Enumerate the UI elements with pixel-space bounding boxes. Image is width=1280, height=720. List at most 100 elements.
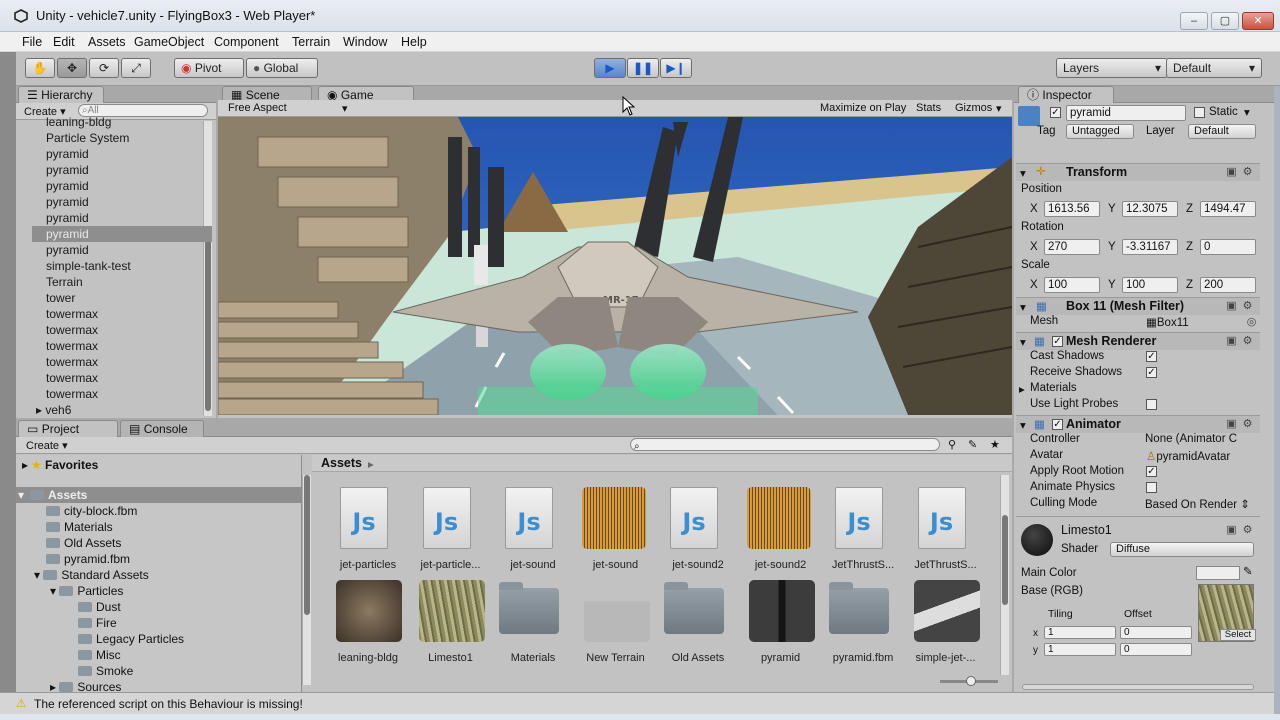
menu-window[interactable]: Window	[343, 35, 387, 49]
asset-item[interactable]: Js jet-particle...	[411, 487, 491, 573]
hierarchy-item[interactable]: towermax	[46, 386, 98, 402]
foldout-icon[interactable]: ▾	[1020, 300, 1026, 314]
asset-item[interactable]: Js jet-sound2	[658, 487, 738, 573]
gear-icon[interactable]: ⚙	[1242, 525, 1253, 536]
help-icon[interactable]: ▣	[1226, 336, 1237, 347]
shader-dropdown[interactable]: Diffuse	[1110, 542, 1254, 557]
hierarchy-scrollbar[interactable]	[203, 121, 212, 416]
position-x-field[interactable]: 1613.56	[1044, 201, 1100, 217]
project-tree-item[interactable]: Legacy Particles	[78, 631, 184, 647]
gear-icon[interactable]: ⚙	[1242, 301, 1253, 312]
help-icon[interactable]: ▣	[1226, 419, 1237, 430]
hierarchy-item[interactable]: towermax	[46, 306, 98, 322]
layers-dropdown[interactable]: Layers ▾	[1056, 58, 1168, 78]
texture-select-button[interactable]: Select	[1220, 629, 1256, 641]
help-icon[interactable]: ▣	[1226, 301, 1237, 312]
hierarchy-item[interactable]: pyramid	[46, 178, 89, 194]
tab-console[interactable]: ▤ Console	[120, 420, 204, 437]
main-color-swatch[interactable]	[1196, 566, 1240, 580]
static-checkbox[interactable]	[1194, 107, 1205, 118]
offset-y-field[interactable]: 0	[1120, 643, 1192, 656]
rotation-y-field[interactable]: -3.31167	[1122, 239, 1178, 255]
hierarchy-item[interactable]: pyramid	[46, 210, 89, 226]
pause-button[interactable]: ❚❚	[627, 58, 659, 78]
asset-item[interactable]: Limesto1	[411, 580, 491, 666]
position-z-field[interactable]: 1494.47	[1200, 201, 1256, 217]
menu-component[interactable]: Component	[214, 35, 279, 49]
project-tree-item[interactable]: ▾ Particles	[50, 583, 123, 599]
foldout-icon[interactable]: ▾	[50, 584, 59, 598]
asset-item[interactable]: New Terrain	[576, 580, 656, 666]
foldout-icon[interactable]: ▾	[18, 487, 24, 503]
hierarchy-item[interactable]: pyramid	[46, 242, 89, 258]
maximize-on-play-toggle[interactable]: Maximize on Play	[820, 102, 906, 114]
help-icon[interactable]: ▣	[1226, 525, 1237, 536]
menu-help[interactable]: Help	[401, 35, 427, 49]
hierarchy-item[interactable]: Terrain	[46, 274, 83, 290]
slider-handle[interactable]	[966, 676, 976, 686]
minimize-button[interactable]: –	[1180, 12, 1208, 30]
project-tree-item[interactable]: pyramid.fbm	[46, 551, 130, 567]
hierarchy-item[interactable]: towermax	[46, 322, 98, 338]
foldout-icon[interactable]: ▸	[1019, 382, 1025, 396]
tab-hierarchy[interactable]: ☰ Hierarchy	[18, 86, 104, 103]
hierarchy-item[interactable]: tower	[46, 290, 75, 306]
foldout-icon[interactable]: ▸	[22, 457, 28, 473]
asset-item[interactable]: Js JetThrustS...	[823, 487, 903, 573]
close-button[interactable]: ✕	[1242, 12, 1274, 30]
light-probes-checkbox[interactable]	[1146, 399, 1157, 410]
gear-icon[interactable]: ⚙	[1242, 167, 1253, 178]
active-checkbox[interactable]: ✓	[1050, 107, 1061, 118]
gear-icon[interactable]: ⚙	[1242, 336, 1253, 347]
layout-dropdown[interactable]: Default ▾	[1166, 58, 1262, 78]
maximize-button[interactable]: ▢	[1211, 12, 1239, 30]
rotation-z-field[interactable]: 0	[1200, 239, 1256, 255]
hierarchy-item[interactable]: pyramid	[46, 146, 89, 162]
tab-project[interactable]: ▭ Project	[18, 420, 118, 437]
asset-item[interactable]: jet-sound2	[741, 487, 821, 573]
asset-item[interactable]: jet-sound	[576, 487, 656, 573]
hierarchy-item[interactable]: pyramid	[32, 226, 212, 242]
filter-label-icon[interactable]: ✎	[968, 438, 977, 451]
pivot-toggle[interactable]: ◉ Pivot	[174, 58, 244, 78]
offset-x-field[interactable]: 0	[1120, 626, 1192, 639]
gear-icon[interactable]: ⚙	[1242, 419, 1253, 430]
mesh-renderer-enabled-checkbox[interactable]: ✓	[1052, 336, 1063, 347]
scale-z-field[interactable]: 200	[1200, 277, 1256, 293]
asset-item[interactable]: Old Assets	[658, 580, 738, 666]
project-tree-item[interactable]: Materials	[46, 519, 113, 535]
global-toggle[interactable]: ● Global	[246, 58, 318, 78]
scrollbar-thumb[interactable]	[205, 231, 211, 411]
hierarchy-item[interactable]: towermax	[46, 370, 98, 386]
rotation-x-field[interactable]: 270	[1044, 239, 1100, 255]
project-tree-item[interactable]: Fire	[78, 615, 117, 631]
scale-tool-button[interactable]: ⤢	[121, 58, 151, 78]
scrollbar-thumb[interactable]	[304, 475, 310, 615]
menu-edit[interactable]: Edit	[53, 35, 75, 49]
hierarchy-item[interactable]: leaning-bldg	[46, 114, 111, 130]
hand-tool-button[interactable]: ✋	[25, 58, 55, 78]
transform-header[interactable]	[1016, 163, 1260, 181]
culling-mode-dropdown[interactable]: Based On Render ⇕	[1145, 497, 1250, 511]
project-tree-item[interactable]: Dust	[78, 599, 121, 615]
controller-field[interactable]: None (Animator C	[1145, 433, 1255, 445]
object-picker-icon[interactable]: ◎	[1246, 317, 1257, 328]
asset-item[interactable]: pyramid.fbm	[823, 580, 903, 666]
avatar-field[interactable]: ♙pyramidAvatar	[1146, 449, 1256, 463]
gameobject-name-field[interactable]: pyramid	[1066, 105, 1186, 121]
project-tree-item[interactable]: Smoke	[78, 663, 133, 679]
scale-y-field[interactable]: 100	[1122, 277, 1178, 293]
hierarchy-item[interactable]: pyramid	[46, 162, 89, 178]
asset-item[interactable]: simple-jet-...	[906, 580, 986, 666]
foldout-icon[interactable]: ▾	[34, 568, 43, 582]
foldout-icon[interactable]: ▸	[36, 403, 45, 417]
root-motion-checkbox[interactable]: ✓	[1146, 466, 1157, 477]
help-icon[interactable]: ▣	[1226, 167, 1237, 178]
dropdown-arrow-icon[interactable]: ▾	[1244, 105, 1250, 119]
asset-item[interactable]: Js JetThrustS...	[906, 487, 986, 573]
menu-file[interactable]: File	[22, 35, 42, 49]
project-tree-item[interactable]: Old Assets	[46, 535, 121, 551]
tiling-x-field[interactable]: 1	[1044, 626, 1116, 639]
step-button[interactable]: ▶❙	[660, 58, 692, 78]
project-tree-item[interactable]: Misc	[78, 647, 121, 663]
